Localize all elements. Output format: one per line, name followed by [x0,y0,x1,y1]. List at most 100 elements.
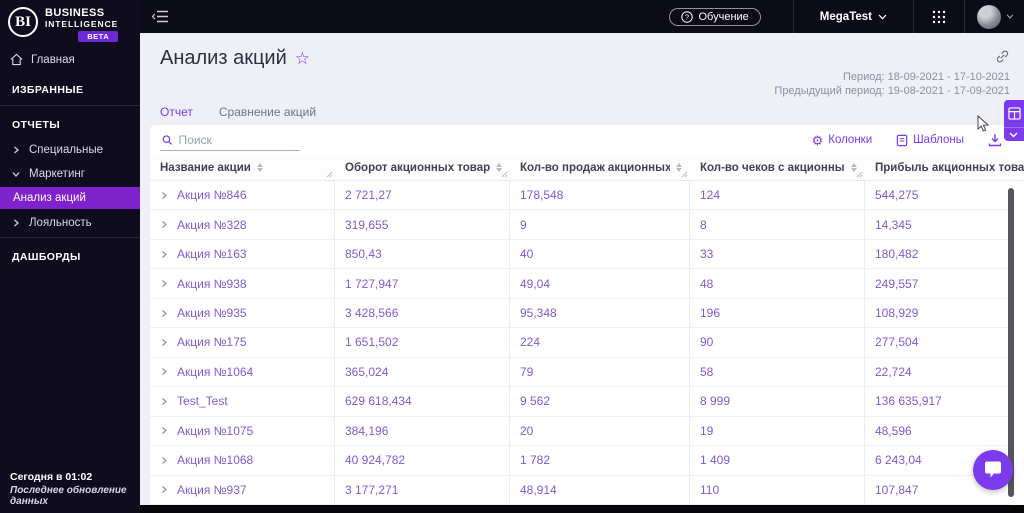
vertical-scrollbar[interactable] [1008,188,1014,497]
brand-logo-mark: BI [8,7,38,37]
cell-promo-name[interactable]: Акция №938 [150,269,335,298]
side-panel-collapse-button[interactable] [1004,127,1024,141]
cell-profit: 249,557 [875,276,919,291]
chevron-down-icon [1006,14,1014,19]
cell-turnover: 3 177,271 [335,475,510,504]
row-expand-icon[interactable] [160,426,168,435]
templates-button[interactable]: Шаблоны [896,134,964,147]
sidebar-item-special[interactable]: Специальные [0,138,140,162]
sidebar-item-home-label: Главная [31,53,75,66]
column-resize-handle[interactable] [501,171,508,178]
app-root: BI BUSINESS INTELLIGENCE BETA Главная ИЗ… [0,0,1024,513]
chat-bubble-icon [985,461,1001,477]
training-button[interactable]: ? Обучение [669,7,761,26]
sort-icon[interactable] [256,163,263,172]
previous-period-text: Предыдущий период: 19-08-2021 - 17-09-20… [774,85,1010,97]
cell-promo-name[interactable]: Акция №1075 [150,416,335,446]
column-resize-handle[interactable] [326,171,333,178]
sidebar-item-loyalty-label: Лояльность [29,217,92,229]
table-row: Акция №1075 384,196 20 19 48,596 [150,416,1010,447]
promo-name-label: Акция №846 [177,188,247,203]
cell-profit: 180,482 [875,247,919,262]
cell-promo-name[interactable]: Test_Test [150,387,335,416]
row-expand-icon[interactable] [160,485,168,494]
promo-name-label: Акция №1064 [177,364,254,379]
columns-button[interactable]: ⚙ Колонки [812,134,873,147]
sidebar-item-marketing[interactable]: Маркетинг [0,162,140,186]
table-row: Акция №175 1 651,502 224 90 277,504 [150,328,1010,358]
promo-name-label: Акция №1075 [177,423,254,438]
column-header-label: Прибыль акционных товаров [875,161,1024,174]
row-expand-icon[interactable] [160,220,168,229]
cell-receipts-count: 33 [690,239,865,269]
column-header-receipts: Кол-во чеков с акционными товарами [690,155,865,181]
table-row: Акция №938 1 727,947 49,04 48 249,557 [150,269,1010,299]
row-expand-icon[interactable] [160,338,168,347]
workspace-selector[interactable]: MegaTest [794,11,913,23]
row-expand-icon[interactable] [160,279,168,288]
row-expand-icon[interactable] [160,456,168,465]
template-icon [896,134,908,146]
sidebar-item-promo-analysis[interactable]: Анализ акций [0,187,140,209]
favorite-star-icon[interactable]: ☆ [295,50,310,67]
cell-sales-count: 1 782 [510,446,690,475]
apps-grid-button[interactable] [914,10,964,24]
cell-receipts-count: 1 409 [690,446,865,475]
row-expand-icon[interactable] [160,191,168,200]
tab-compare[interactable]: Сравнение акций [219,105,316,127]
cell-promo-name[interactable]: Акция №1068 [150,446,335,475]
share-link-button[interactable] [995,49,1010,64]
row-expand-icon[interactable] [160,309,168,318]
column-header-label: Оборот акционных товаров [345,161,490,174]
download-button[interactable] [988,133,1002,147]
user-menu[interactable] [965,4,1024,29]
home-icon [10,53,23,66]
cell-promo-name[interactable]: Акция №163 [150,239,335,269]
cell-promo-name[interactable]: Акция №1064 [150,357,335,387]
cell-promo-name[interactable]: Акция №935 [150,298,335,328]
columns-label: Колонки [828,134,873,146]
sidebar-item-special-label: Специальные [29,144,104,156]
topbar: ? Обучение MegaTest [140,0,1024,33]
cell-sales-count: 48,914 [510,475,690,504]
gear-icon: ⚙ [811,132,824,148]
cell-turnover: 1 727,947 [335,269,510,298]
menu-toggle-button[interactable] [152,9,169,24]
table-row: Акция №1064 365,024 79 58 22,724 [150,357,1010,388]
cell-promo-name[interactable]: Акция №937 [150,475,335,504]
sidebar-divider [0,105,140,106]
chevron-down-icon [1009,132,1018,137]
column-resize-handle[interactable] [856,171,863,178]
cell-receipts-count: 110 [690,475,865,504]
page-title-row: Анализ акций ☆ [160,47,310,70]
table-row: Test_Test 629 618,434 9 562 8 999 136 63… [150,387,1010,417]
horizontal-scrollbar[interactable] [140,505,1024,513]
chat-button[interactable] [973,450,1013,490]
cell-turnover: 365,024 [335,357,510,387]
cell-sales-count: 95,348 [510,298,690,328]
row-expand-icon[interactable] [160,250,168,259]
cell-promo-name[interactable]: Акция №328 [150,210,335,239]
report-panel: ⚙ Колонки Шаблоны [150,125,1024,505]
cell-sales-count: 49,04 [510,269,690,298]
search-input[interactable] [178,132,298,147]
brand-name-line1: BUSINESS [45,7,105,19]
cell-promo-name[interactable]: Акция №175 [150,328,335,357]
column-header-label: Кол-во продаж акционных товаров [520,161,670,174]
row-expand-icon[interactable] [160,397,168,406]
chevron-right-icon [12,219,20,227]
sidebar-item-loyalty[interactable]: Лояльность [0,211,140,235]
sidebar-section-dashboards: ДАШБОРДЫ [12,251,81,263]
promo-name-label: Акция №938 [177,276,247,291]
side-panel-button[interactable] [1004,100,1024,127]
cell-promo-name[interactable]: Акция №846 [150,181,335,210]
row-expand-icon[interactable] [160,367,168,376]
table-row: Акция №163 850,43 40 33 180,482 [150,239,1010,270]
sidebar-item-home[interactable]: Главная [0,46,140,73]
cell-turnover: 1 651,502 [335,328,510,357]
chevron-down-icon [12,170,20,178]
tab-report[interactable]: Отчет [160,105,193,127]
apps-grid-icon [932,10,946,23]
column-resize-handle[interactable] [681,171,688,178]
table-row: Акция №328 319,655 9 8 14,345 [150,210,1010,240]
